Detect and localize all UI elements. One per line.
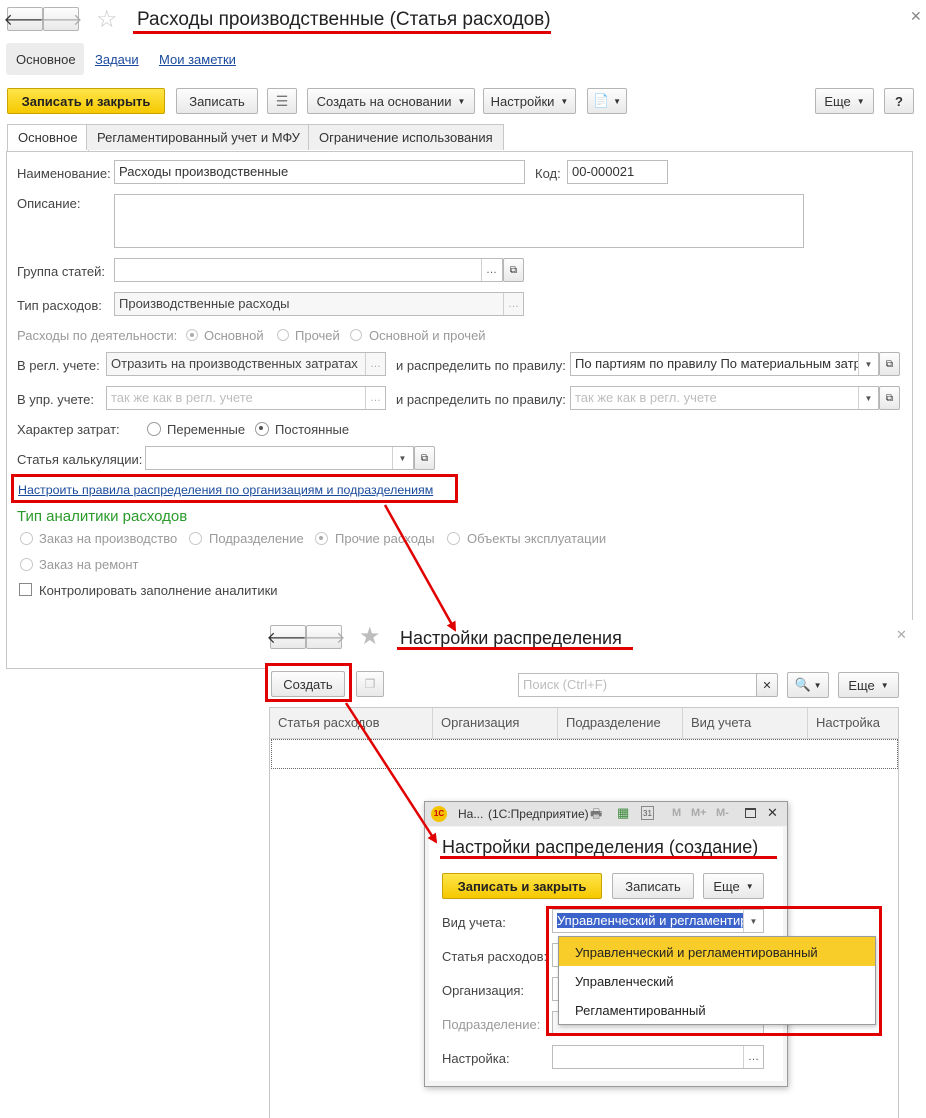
annotation-arrows xyxy=(344,504,457,844)
arrow-to-create-dialog xyxy=(344,702,438,844)
arrow-to-dist-window xyxy=(383,504,457,632)
